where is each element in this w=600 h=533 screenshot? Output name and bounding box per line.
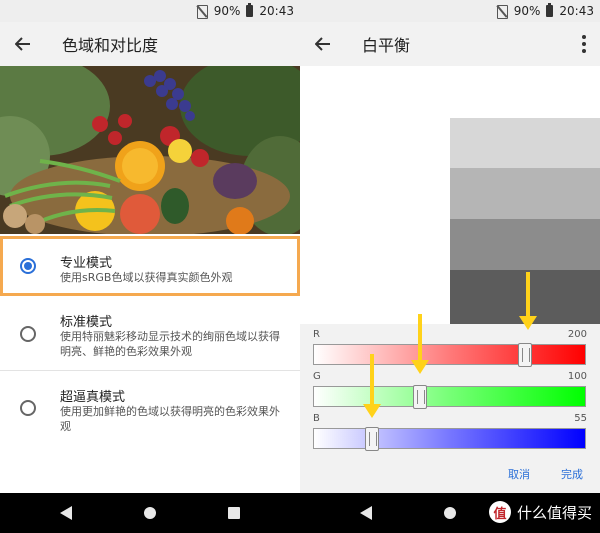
nav-recents-icon[interactable] — [228, 507, 240, 519]
app-bar: 色域和对比度 — [0, 22, 300, 66]
status-bar: 90% 20:43 — [0, 0, 300, 22]
no-sim-icon — [496, 5, 508, 19]
option-desc: 使用特丽魅彩移动显示技术的绚丽色域以获得明亮、鲜艳的色彩效果外观 — [60, 330, 280, 358]
clock: 20:43 — [259, 4, 294, 18]
more-vert-icon[interactable] — [582, 35, 586, 53]
slider-thumb-g[interactable] — [412, 385, 427, 409]
white-balance-screen: 90% 20:43 白平衡 R 200 G 100 B 55 取消 完成 — [300, 0, 600, 493]
battery-percent: 90% — [213, 4, 241, 18]
option-ultra-real-mode[interactable]: 超逼真模式 使用更加鲜艳的色域以获得明亮的色彩效果外观 — [0, 372, 300, 444]
option-pro-mode[interactable]: 专业模式 使用sRGB色域以获得真实颜色外观 — [0, 236, 300, 296]
annotation-arrow-r — [519, 272, 537, 332]
slider-r[interactable] — [313, 343, 586, 367]
radio-standard-mode[interactable] — [20, 326, 36, 342]
nav-home-icon[interactable] — [144, 507, 156, 519]
option-standard-mode[interactable]: 标准模式 使用特丽魅彩移动显示技术的绚丽色域以获得明亮、鲜艳的色彩效果外观 — [0, 298, 300, 371]
nav-back-icon[interactable] — [360, 506, 372, 520]
gray-scale-preview — [300, 66, 600, 324]
cancel-button[interactable]: 取消 — [508, 466, 530, 482]
no-sim-icon — [196, 5, 208, 19]
nav-home-icon[interactable] — [444, 507, 456, 519]
gray-patch — [450, 168, 600, 219]
back-button[interactable] — [300, 22, 346, 66]
status-bar: 90% 20:43 — [300, 0, 600, 22]
radio-pro-mode[interactable] — [20, 258, 36, 274]
option-desc: 使用sRGB色域以获得真实颜色外观 — [60, 271, 233, 284]
annotation-arrow-g — [411, 314, 429, 376]
rgb-slider-panel: R 200 G 100 B 55 取消 完成 — [300, 324, 600, 493]
option-title: 标准模式 — [60, 315, 113, 330]
slider-label-g: G — [313, 371, 321, 382]
slider-value-r: 200 — [567, 329, 587, 340]
gray-patch — [450, 219, 600, 270]
watermark: 值 什么值得买 — [488, 501, 592, 523]
option-title: 专业模式 — [60, 256, 113, 271]
slider-value-b: 55 — [574, 413, 587, 424]
annotation-arrow-b — [363, 354, 381, 420]
color-gamut-screen: 90% 20:43 色域和对比度 专业模式 使用sRGB色域以获得真实颜色外观 … — [0, 0, 300, 493]
app-bar: 白平衡 — [300, 22, 600, 66]
nav-back-icon[interactable] — [60, 506, 72, 520]
slider-thumb-b[interactable] — [365, 427, 380, 451]
watermark-logo: 值 — [488, 501, 511, 523]
gray-patch — [450, 118, 600, 168]
system-nav-bar: 值 什么值得买 — [0, 493, 600, 533]
option-title: 超逼真模式 — [60, 390, 126, 405]
battery-icon — [246, 3, 254, 17]
back-arrow-icon — [315, 37, 330, 51]
slider-label-r: R — [313, 329, 320, 340]
page-title: 色域和对比度 — [62, 36, 159, 55]
battery-icon — [546, 3, 554, 17]
preview-image — [0, 66, 300, 234]
slider-g[interactable] — [313, 385, 586, 409]
radio-ultra-real-mode[interactable] — [20, 400, 36, 416]
battery-percent: 90% — [513, 4, 541, 18]
back-button[interactable] — [0, 22, 46, 66]
back-arrow-icon — [15, 37, 30, 51]
clock: 20:43 — [559, 4, 594, 18]
slider-label-b: B — [313, 413, 320, 424]
watermark-text: 什么值得买 — [516, 503, 592, 522]
done-button[interactable]: 完成 — [561, 466, 583, 482]
page-title: 白平衡 — [362, 36, 411, 55]
slider-value-g: 100 — [567, 371, 587, 382]
slider-thumb-r[interactable] — [518, 343, 533, 367]
slider-b[interactable] — [313, 427, 586, 451]
option-desc: 使用更加鲜艳的色域以获得明亮的色彩效果外观 — [60, 405, 280, 433]
